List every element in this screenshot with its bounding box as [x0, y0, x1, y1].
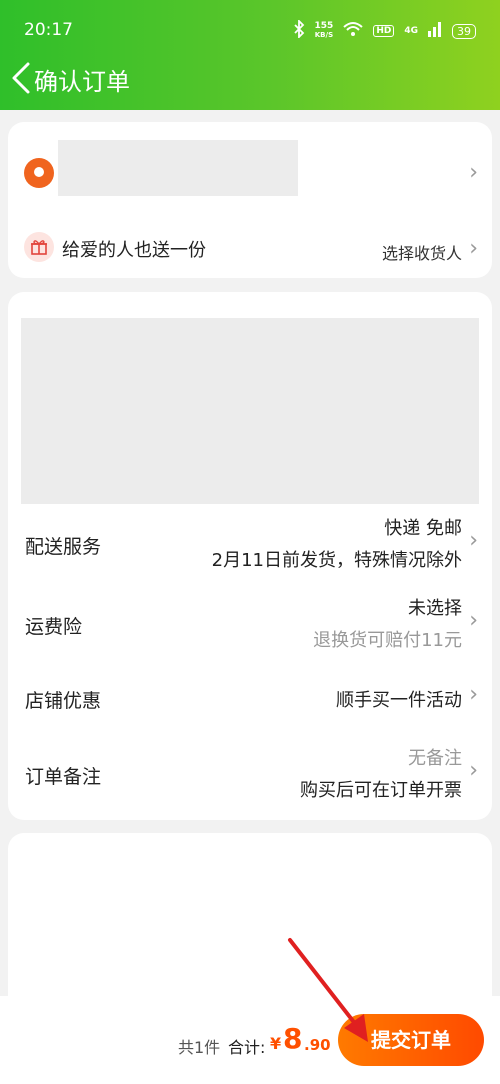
delivery-detail: 2月11日前发货，特殊情况除外 [211, 550, 462, 571]
location-pin-icon [24, 158, 54, 188]
address-redacted [58, 140, 298, 196]
chevron-right-icon[interactable]: › [469, 160, 478, 185]
select-recipient-button[interactable]: 选择收货人 [382, 240, 462, 264]
network-speed-unit: KB/S [314, 31, 334, 39]
checkout-bar: 共1件 合计: ¥ 8 .90 提交订单 [0, 996, 500, 1084]
note-label: 订单备注 [25, 766, 102, 788]
address-card[interactable]: › 给爱的人也送一份 选择收货人 › [8, 122, 492, 278]
chevron-right-icon[interactable]: › [469, 528, 478, 553]
annotation-arrow [288, 938, 368, 1042]
signal-icon [428, 21, 442, 41]
delivery-label: 配送服务 [25, 536, 102, 558]
network-speed-value: 155 [314, 21, 334, 31]
gift-icon [24, 232, 54, 262]
network-type: 4G [404, 26, 418, 36]
insurance-value: 未选择 [408, 598, 462, 619]
discount-value[interactable]: 顺手买一件活动 [336, 686, 462, 712]
chevron-right-icon[interactable]: › [469, 758, 478, 783]
wifi-icon [343, 21, 363, 41]
discount-label: 店铺优惠 [25, 690, 102, 712]
delivery-value: 快递 免邮 [384, 518, 462, 539]
battery-icon: 39 [452, 23, 476, 39]
insurance-label: 运费险 [25, 616, 83, 638]
goods-redacted [21, 318, 479, 504]
note-invoice-hint: 购买后可在订单开票 [300, 780, 462, 801]
status-time: 20:17 [24, 20, 73, 40]
back-chevron-icon[interactable] [8, 60, 36, 96]
page-title: 确认订单 [34, 68, 130, 96]
order-info-card: 配送服务 快递 免邮 2月11日前发货，特殊情况除外 › 运费险 未选择 退换货… [8, 292, 492, 820]
bluetooth-icon [293, 18, 305, 42]
note-value[interactable]: 无备注 [408, 744, 462, 770]
network-speed: 155 KB/S [315, 22, 334, 40]
header: 20:17 155 KB/S HD 4G 39 确认订单 [0, 0, 500, 110]
total-label: 合计: [228, 1038, 266, 1057]
status-bar: 20:17 155 KB/S HD 4G 39 [0, 0, 500, 58]
chevron-right-icon[interactable]: › [469, 608, 478, 633]
item-count: 共1件 [178, 1038, 221, 1057]
gift-text: 给爱的人也送一份 [62, 240, 206, 261]
hd-badge: HD [373, 25, 395, 37]
nav-bar: 确认订单 [0, 58, 500, 102]
status-icons: 155 KB/S HD 4G 39 [293, 18, 476, 42]
chevron-right-icon[interactable]: › [469, 682, 478, 707]
chevron-right-icon[interactable]: › [469, 236, 478, 261]
insurance-detail: 退换货可赔付11元 [313, 630, 462, 651]
